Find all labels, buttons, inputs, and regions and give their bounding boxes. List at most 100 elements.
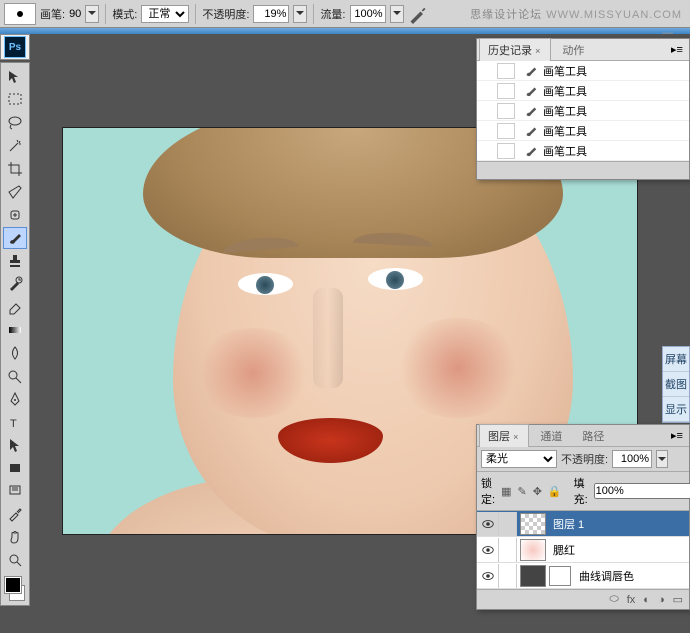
layer-thumbnail[interactable] [520,565,546,587]
layer-list: 图层 1 腮红曲线调唇色 [477,511,689,589]
link-col [499,538,517,562]
notes-tool[interactable] [3,480,27,502]
context-item-show[interactable]: 显示 [663,397,689,422]
history-item[interactable]: 画笔工具 [477,81,689,101]
app-edge: Ps [0,34,30,60]
visibility-toggle-icon[interactable] [477,538,499,562]
layer-mask-icon[interactable]: ◐ [643,594,650,606]
history-snapshot-slot[interactable] [497,83,515,99]
link-layers-icon[interactable]: ⬭ [609,593,618,606]
brush-tool[interactable] [3,227,27,249]
layers-panel-footer: ⬭ fx ◐ ◑ ▭ [477,589,689,609]
wand-tool[interactable] [3,135,27,157]
tab-layers[interactable]: 图层 × [479,424,529,447]
history-snapshot-slot[interactable] [497,143,515,159]
layer-name[interactable]: 曲线调唇色 [575,568,689,584]
brush-icon [523,143,539,159]
eraser-tool[interactable] [3,296,27,318]
gradient-tool[interactable] [3,319,27,341]
lock-transparent-icon[interactable]: ▦ [501,483,511,499]
shape-tool[interactable] [3,457,27,479]
healing-tool[interactable] [3,204,27,226]
zoom-tool[interactable] [3,549,27,571]
history-snapshot-slot[interactable] [497,123,515,139]
history-panel-footer [477,161,689,179]
airbrush-icon[interactable] [408,4,428,24]
history-item[interactable]: 画笔工具 [477,141,689,161]
slice-tool[interactable] [3,181,27,203]
history-item[interactable]: 画笔工具 [477,61,689,81]
context-item-screen[interactable]: 屏幕 [663,347,689,372]
color-swatches[interactable] [3,575,27,603]
history-brush-tool[interactable] [3,273,27,295]
blend-mode-select[interactable]: 柔光 [481,450,557,468]
lock-pixels-icon[interactable]: ✎ [517,483,526,499]
tab-paths[interactable]: 路径 [573,424,613,447]
panel-minimize-icon[interactable]: — [662,27,673,39]
blur-tool[interactable] [3,342,27,364]
layer-thumbnail[interactable] [520,513,546,535]
panel-menu-icon[interactable]: ▸≡ [669,429,685,442]
fill-input[interactable] [594,483,690,499]
layer-name[interactable]: 腮红 [549,542,689,558]
brush-icon [523,123,539,139]
opacity-input[interactable] [253,5,289,23]
svg-text:T: T [10,418,17,430]
layers-panel-header[interactable]: 图层 × 通道 路径 ▸≡ [477,425,689,447]
context-mini-panel: 屏幕 截图 显示 [662,346,690,423]
tab-close-icon[interactable]: × [535,46,540,56]
path-select-tool[interactable] [3,434,27,456]
tab-history[interactable]: 历史记录 × [479,38,551,61]
layer-row[interactable]: 腮红 [477,537,689,563]
brush-icon [523,63,539,79]
pen-tool[interactable] [3,388,27,410]
history-item[interactable]: 画笔工具 [477,101,689,121]
tab-channels[interactable]: 通道 [531,424,571,447]
brush-icon [523,103,539,119]
brush-icon [523,83,539,99]
layer-mask-thumb[interactable] [549,566,571,586]
dodge-tool[interactable] [3,365,27,387]
brush-picker-dropdown[interactable] [85,5,99,23]
link-col [499,512,517,536]
eyedropper-tool[interactable] [3,503,27,525]
flow-input[interactable] [350,5,386,23]
layer-opacity-input[interactable] [612,450,652,468]
stamp-tool[interactable] [3,250,27,272]
layer-row[interactable]: 曲线调唇色 [477,563,689,589]
history-item-label: 画笔工具 [543,123,587,139]
marquee-tool[interactable] [3,89,27,111]
visibility-toggle-icon[interactable] [477,564,499,588]
opacity-arrow[interactable] [293,5,307,23]
history-item[interactable]: 画笔工具 [477,121,689,141]
tab-close-icon[interactable]: × [513,432,518,442]
brush-preview[interactable] [4,3,36,25]
context-item-crop[interactable]: 截图 [663,372,689,397]
move-tool[interactable] [3,66,27,88]
layer-row[interactable]: 图层 1 [477,511,689,537]
tab-actions[interactable]: 动作 [553,38,593,61]
watermark: 思缘设计论坛 WWW.MISSYUAN.COM [470,6,682,22]
layer-group-icon[interactable]: ▭ [673,593,683,606]
brush-label: 画笔: [40,6,65,22]
adjustment-layer-icon[interactable]: ◑ [658,594,665,606]
lock-all-icon[interactable]: 🔒 [548,483,562,499]
hand-tool[interactable] [3,526,27,548]
history-item-label: 画笔工具 [543,83,587,99]
layer-fx-icon[interactable]: fx [627,594,636,606]
foreground-color-swatch[interactable] [5,577,21,593]
history-panel-header[interactable]: 历史记录 × 动作 ▸≡ [477,39,689,61]
type-tool[interactable]: T [3,411,27,433]
visibility-toggle-icon[interactable] [477,512,499,536]
history-snapshot-slot[interactable] [497,103,515,119]
flow-arrow[interactable] [390,5,404,23]
history-snapshot-slot[interactable] [497,63,515,79]
layer-opacity-arrow[interactable] [656,450,668,468]
mode-select[interactable]: 正常 [141,5,189,23]
lock-position-icon[interactable]: ✥ [533,483,542,499]
layer-thumbnail[interactable] [520,539,546,561]
crop-tool[interactable] [3,158,27,180]
panel-menu-icon[interactable]: ▸≡ [669,43,685,56]
layer-name[interactable]: 图层 1 [549,516,689,532]
lasso-tool[interactable] [3,112,27,134]
